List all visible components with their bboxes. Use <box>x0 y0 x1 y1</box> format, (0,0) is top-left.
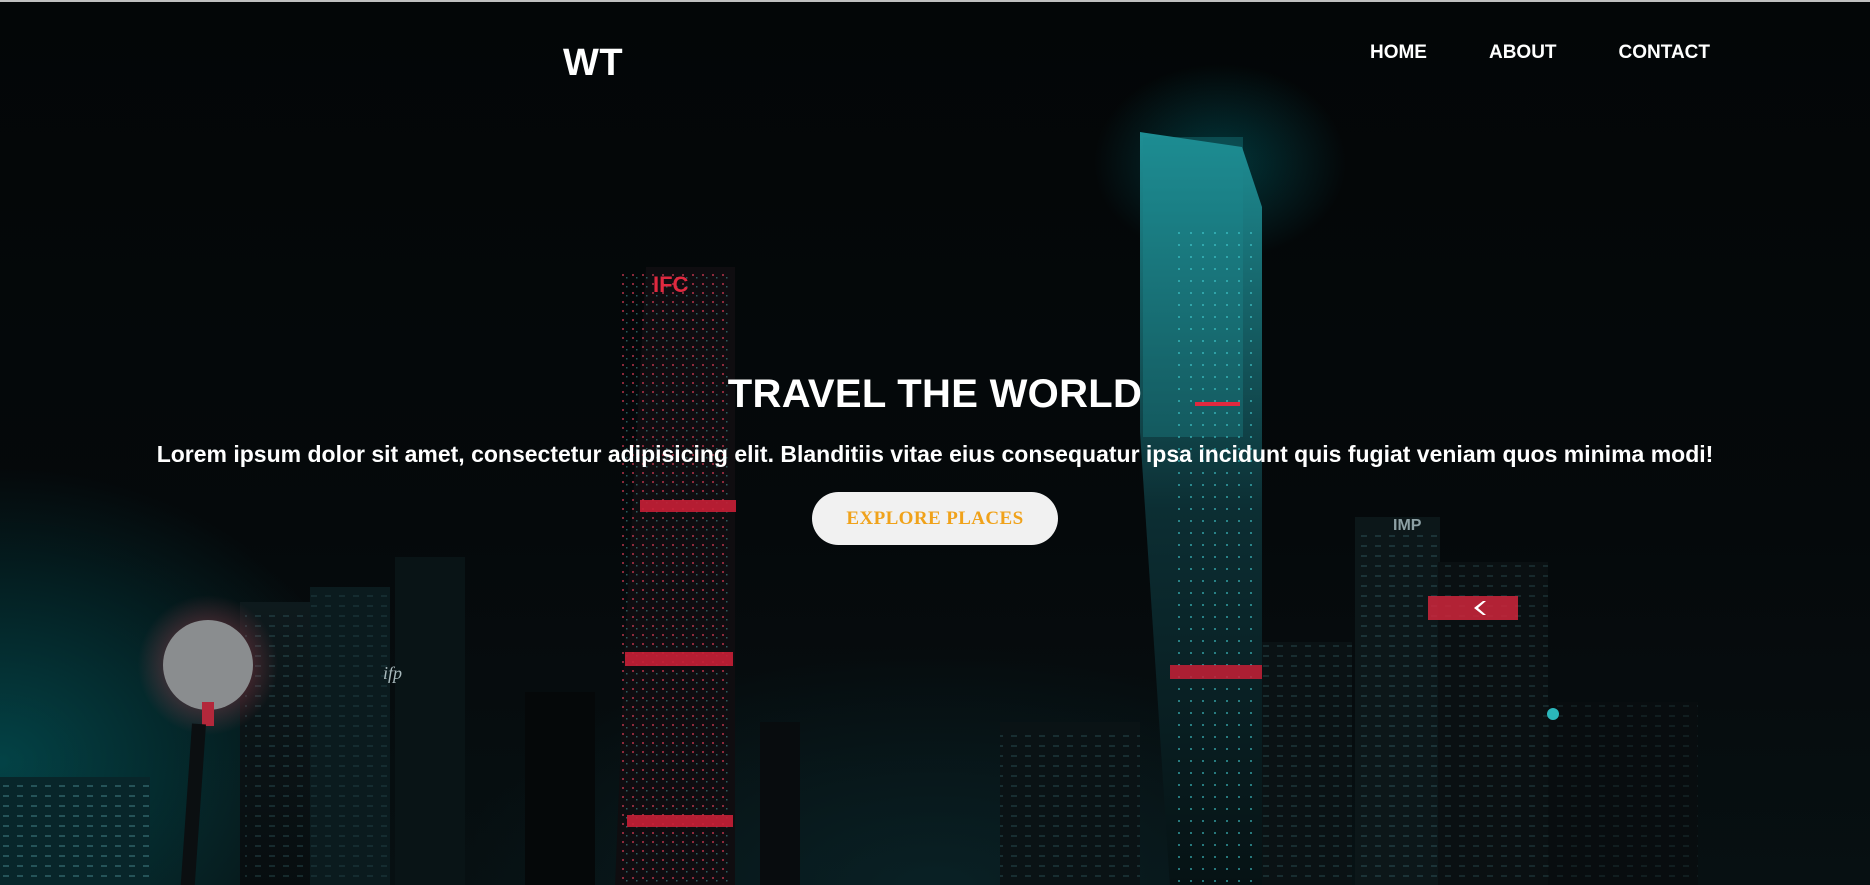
nav-link-contact[interactable]: CONTACT <box>1619 42 1710 64</box>
svg-text:ifp: ifp <box>383 663 402 683</box>
hero-title: TRAVEL THE WORLD <box>727 372 1143 416</box>
site-logo[interactable]: WT <box>563 42 623 85</box>
hero-section: ifp IFC IMP WT HOME ABOUT CONTACT TRAVEL… <box>0 0 1870 885</box>
hero-description: Lorem ipsum dolor sit amet, consectetur … <box>156 441 1714 467</box>
nav-link-home[interactable]: HOME <box>1370 42 1427 64</box>
nav-links: HOME ABOUT CONTACT <box>1370 42 1710 64</box>
svg-text:IFC: IFC <box>653 272 689 297</box>
navbar: WT HOME ABOUT CONTACT <box>0 2 1870 112</box>
explore-places-button[interactable]: EXPLORE PLACES <box>812 492 1058 545</box>
hero-content: TRAVEL THE WORLD Lorem ipsum dolor sit a… <box>0 372 1870 545</box>
nav-link-about[interactable]: ABOUT <box>1489 42 1557 64</box>
